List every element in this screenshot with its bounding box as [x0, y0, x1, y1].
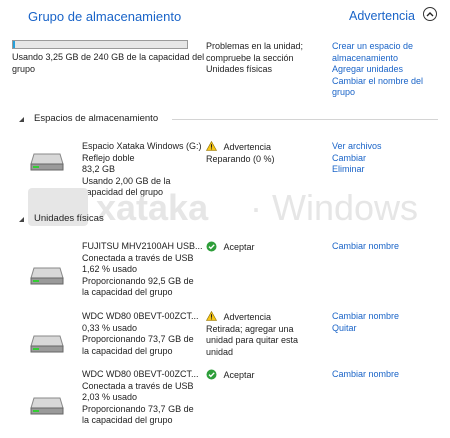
change-space-link[interactable]: Cambiar: [332, 153, 382, 165]
space-name: Espacio Xataka Windows (G:): [82, 141, 202, 151]
ok-icon: [206, 369, 217, 380]
pool-usage-text: Usando 3,25 GB de 240 GB de la capacidad…: [12, 52, 205, 74]
space-info: Espacio Xataka Windows (G:) Reflejo dobl…: [82, 141, 202, 197]
section-divider: [172, 119, 438, 120]
spaces-section-title: Espacios de almacenamiento: [34, 113, 159, 124]
drive-actions: Cambiar nombre: [332, 241, 399, 253]
collapse-triangle-icon: [19, 217, 24, 222]
pool-capacity-bar: [12, 40, 188, 49]
ok-icon: [206, 241, 217, 252]
create-space-link[interactable]: Crear un espacio de almacenamiento: [332, 41, 423, 64]
drive-actions: Cambiar nombre Quitar: [332, 311, 399, 334]
space-status: Advertencia Reparando (0 %): [205, 140, 275, 164]
drive-info: WDC WD80 0BEVT-00ZCT... 0,33 % usado Pro…: [82, 311, 199, 356]
collapse-button[interactable]: [423, 7, 437, 21]
drive-name: FUJITSU MHV2100AH USB...: [82, 241, 203, 251]
warning-icon: [205, 140, 218, 151]
drives-section-toggle[interactable]: [18, 215, 25, 225]
drive-name: WDC WD80 0BEVT-00ZCT...: [82, 369, 199, 379]
rename-pool-link[interactable]: Cambiar el nombre del grupo: [332, 76, 423, 99]
svg-text:· Windows: · Windows: [250, 187, 418, 228]
rename-drive-link[interactable]: Cambiar nombre: [332, 369, 399, 381]
pool-actions: Crear un espacio de almacenamiento Agrega…: [332, 41, 423, 99]
drive-actions: Cambiar nombre: [332, 369, 399, 381]
drive-status: Aceptar: [206, 241, 255, 254]
chevron-up-icon: [426, 12, 434, 17]
pool-status-link[interactable]: Advertencia: [349, 9, 415, 23]
add-drives-link[interactable]: Agregar unidades: [332, 64, 423, 76]
remove-drive-link[interactable]: Quitar: [332, 323, 399, 335]
drives-section-title: Unidades físicas: [34, 213, 104, 224]
rename-drive-link[interactable]: Cambiar nombre: [332, 241, 399, 253]
watermark-logo: xataka · Windows: [0, 180, 450, 240]
drive-icon: [30, 148, 64, 174]
pool-problem-text: Problemas en la unidad; compruebe la secc…: [206, 41, 304, 74]
collapse-triangle-icon: [19, 117, 24, 122]
pool-title[interactable]: Grupo de almacenamiento: [28, 9, 181, 24]
drive-icon: [30, 392, 64, 418]
warning-icon: [205, 310, 218, 321]
spaces-section-toggle[interactable]: [18, 115, 25, 125]
drive-info: FUJITSU MHV2100AH USB... Conectada a tra…: [82, 241, 203, 297]
rename-drive-link[interactable]: Cambiar nombre: [332, 311, 399, 323]
view-files-link[interactable]: Ver archivos: [332, 141, 382, 153]
drive-status: Advertencia Retirada; agregar una unidad…: [205, 310, 299, 357]
drive-status: Aceptar: [206, 369, 255, 382]
space-actions: Ver archivos Cambiar Eliminar: [332, 141, 382, 176]
drive-icon: [30, 330, 64, 356]
drive-info: WDC WD80 0BEVT-00ZCT... Conectada a trav…: [82, 369, 199, 425]
delete-space-link[interactable]: Eliminar: [332, 164, 382, 176]
drive-name: WDC WD80 0BEVT-00ZCT...: [82, 311, 199, 321]
drive-icon: [30, 262, 64, 288]
